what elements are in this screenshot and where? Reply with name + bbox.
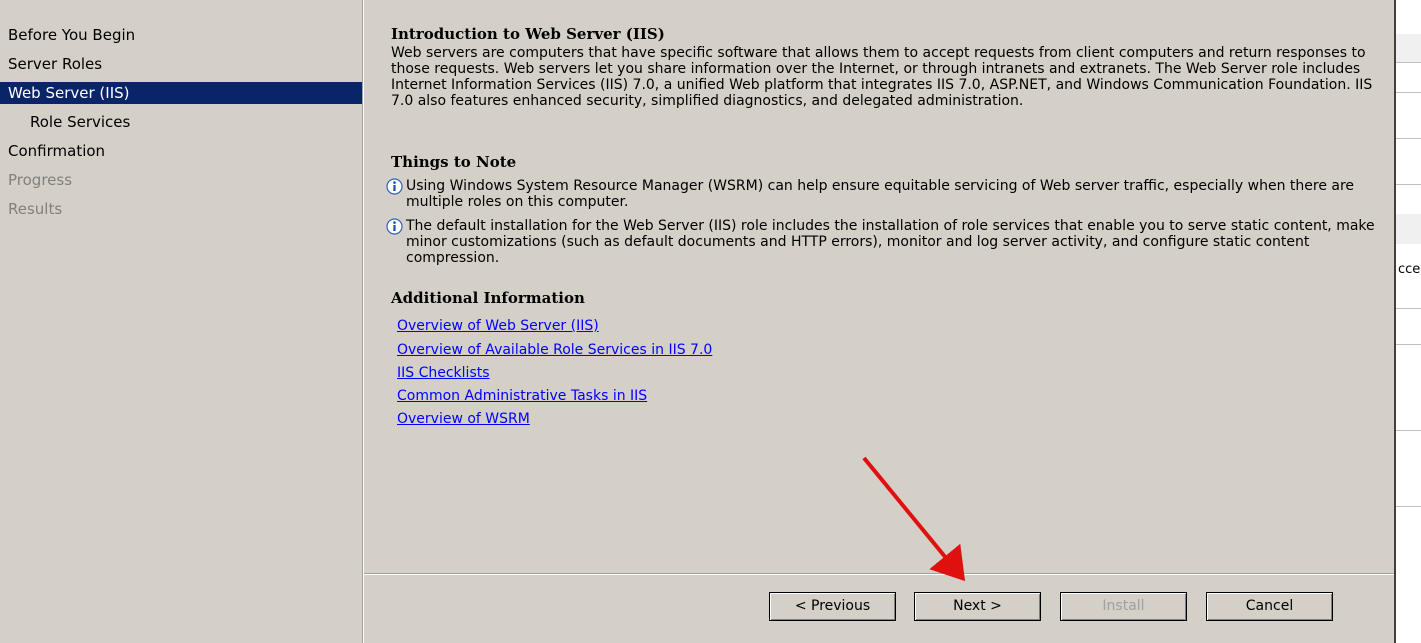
background-divider: [1396, 184, 1421, 185]
link-overview-web-server[interactable]: Overview of Web Server (IIS): [397, 318, 599, 334]
nav-item-progress: Progress: [0, 169, 362, 191]
link-common-admin-tasks[interactable]: Common Administrative Tasks in IIS: [397, 388, 647, 404]
note-item: Using Windows System Resource Manager (W…: [386, 178, 1386, 212]
note-text: Using Windows System Resource Manager (W…: [406, 178, 1355, 210]
notes-heading: Things to Note: [391, 153, 517, 171]
nav-item-label: Confirmation: [8, 142, 106, 160]
background-strip: [1396, 34, 1421, 62]
background-divider: [1396, 506, 1421, 507]
nav-item-role-services[interactable]: Role Services: [0, 111, 362, 133]
intro-text: Web servers are computers that have spec…: [391, 45, 1373, 109]
additional-info-heading: Additional Information: [391, 289, 585, 307]
background-divider: [1396, 344, 1421, 345]
nav-item-label: Role Services: [30, 113, 131, 131]
link-overview-role-services[interactable]: Overview of Available Role Services in I…: [397, 342, 712, 358]
link-overview-wsrm[interactable]: Overview of WSRM: [397, 411, 530, 427]
note-item: The default installation for the Web Ser…: [386, 218, 1386, 268]
nav-item-results: Results: [0, 198, 362, 220]
nav-item-label: Web Server (IIS): [8, 84, 130, 102]
nav-item-label: Server Roles: [8, 55, 103, 73]
background-partial-text: cce: [1398, 262, 1421, 277]
nav-item-server-roles[interactable]: Server Roles: [0, 53, 362, 75]
cancel-button[interactable]: Cancel: [1206, 592, 1333, 621]
nav-item-before-you-begin[interactable]: Before You Begin: [0, 24, 362, 46]
background-divider: [1396, 430, 1421, 431]
link-iis-checklists[interactable]: IIS Checklists: [397, 365, 490, 381]
nav-item-web-server-iis[interactable]: Web Server (IIS): [0, 82, 362, 104]
note-text: The default installation for the Web Ser…: [406, 218, 1375, 266]
background-divider: [1396, 92, 1421, 93]
nav-item-confirmation[interactable]: Confirmation: [0, 140, 362, 162]
background-divider: [1396, 62, 1421, 63]
background-strip: [1396, 214, 1421, 244]
wizard-content-pane: Introduction to Web Server (IIS) Web ser…: [364, 0, 1394, 643]
background-divider: [1396, 308, 1421, 309]
button-bar-divider: [364, 573, 1394, 575]
install-button: Install: [1060, 592, 1187, 621]
background-divider: [1396, 138, 1421, 139]
info-icon: [386, 218, 403, 235]
nav-item-label: Progress: [8, 171, 73, 189]
info-icon: [386, 178, 403, 195]
nav-item-label: Results: [8, 200, 63, 218]
previous-button[interactable]: < Previous: [769, 592, 896, 621]
intro-heading: Introduction to Web Server (IIS): [391, 25, 665, 43]
nav-item-label: Before You Begin: [8, 26, 136, 44]
next-button[interactable]: Next >: [914, 592, 1041, 621]
background-window-edge: cce: [1394, 0, 1421, 643]
wizard-nav-pane: Before You Begin Server Roles Web Server…: [0, 0, 362, 643]
